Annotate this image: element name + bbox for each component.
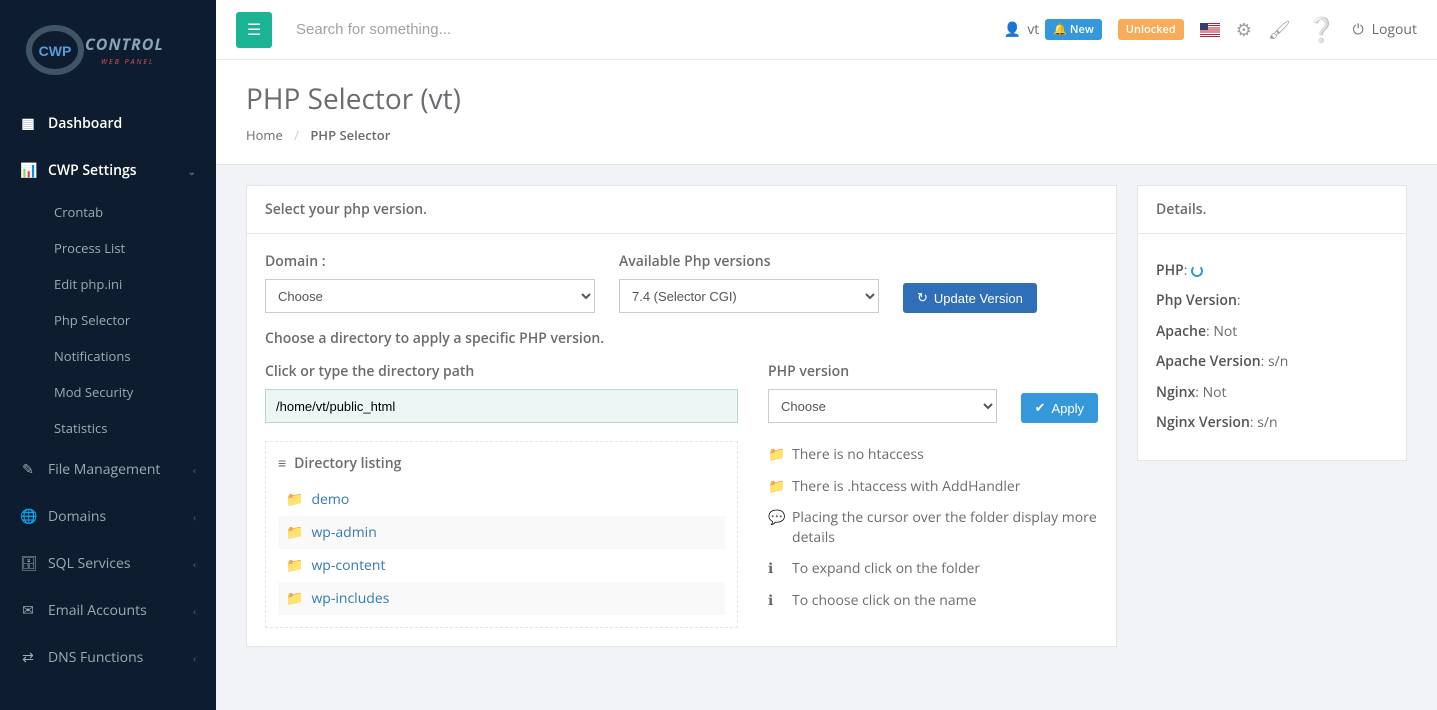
topbar: ☰ 👤 vt 🔔 New Unlocked ⚙ 🖌 ❔ ⏻ Logout (216, 0, 1437, 60)
globe-icon: 🌐 (20, 507, 36, 526)
sidebar-item-file-management[interactable]: ✎File Management ‹ (0, 446, 216, 493)
details-panel: Details. PHP: Php Version: Apache: Not A… (1137, 185, 1407, 461)
search-input[interactable] (288, 13, 1004, 46)
directory-listing-panel: ≡ Directory listing 📁demo 📁wp-admin 📁wp-… (265, 441, 738, 628)
breadcrumb-current: PHP Selector (310, 126, 390, 144)
brush-icon[interactable]: 🖌 (1268, 18, 1291, 42)
update-version-button[interactable]: ↻ Update Version (903, 283, 1037, 313)
sidebar-item-sql-services[interactable]: 🗄SQL Services ‹ (0, 540, 216, 587)
page-header: PHP Selector (vt) Home / PHP Selector (216, 60, 1437, 165)
logout-button[interactable]: ⏻ Logout (1353, 20, 1417, 39)
sidebar-item-mod-security[interactable]: Mod Security (0, 374, 216, 410)
directory-item[interactable]: 📁wp-content (278, 549, 725, 582)
list-icon: ≡ (278, 454, 286, 473)
hamburger-icon: ☰ (247, 20, 261, 40)
sidebar-item-php-selector[interactable]: Php Selector (0, 302, 216, 338)
database-icon: 🗄 (20, 554, 36, 573)
sidebar-item-dashboard[interactable]: ▦Dashboard (0, 100, 216, 147)
cwp-settings-submenu: Crontab Process List Edit php.ini Php Se… (0, 194, 216, 446)
chart-icon: 📊 (20, 161, 36, 180)
username: vt (1027, 20, 1039, 39)
apply-button[interactable]: ✔ Apply (1021, 393, 1098, 423)
flag-us-icon[interactable] (1200, 23, 1220, 37)
user-info: 👤 vt 🔔 New (1004, 19, 1102, 40)
file-icon: ✎ (20, 460, 36, 479)
php-panel-title: Select your php version. (247, 186, 1116, 234)
info-icon: ℹ (768, 559, 784, 579)
domain-label: Domain : (265, 252, 595, 271)
directory-item[interactable]: 📁demo (278, 483, 725, 516)
chevron-left-icon: ‹ (193, 604, 196, 618)
sidebar-item-process-list[interactable]: Process List (0, 230, 216, 266)
sidebar-item-dns-functions[interactable]: ⇄DNS Functions ‹ (0, 634, 216, 681)
chevron-left-icon: ‹ (193, 651, 196, 665)
directory-path-label: Click or type the directory path (265, 362, 738, 381)
folder-icon: 📁 (768, 477, 784, 497)
dashboard-icon: ▦ (20, 114, 36, 133)
dns-icon: ⇄ (20, 648, 36, 667)
gears-icon[interactable]: ⚙ (1236, 18, 1252, 42)
svg-text:WEB PANEL: WEB PANEL (101, 58, 154, 67)
spinner-icon (1191, 265, 1203, 277)
breadcrumb-home[interactable]: Home (246, 126, 283, 144)
user-icon: 👤 (1004, 20, 1021, 39)
chevron-left-icon: ‹ (193, 510, 196, 524)
power-icon: ⏻ (1353, 20, 1364, 39)
sidebar-item-notifications[interactable]: Notifications (0, 338, 216, 374)
breadcrumb: Home / PHP Selector (246, 126, 1407, 144)
directory-item[interactable]: 📁wp-includes (278, 582, 725, 615)
new-badge[interactable]: 🔔 New (1045, 19, 1102, 40)
main-area: ☰ 👤 vt 🔔 New Unlocked ⚙ 🖌 ❔ ⏻ Logout (216, 0, 1437, 710)
sidebar: CWP CONTROL WEB PANEL ▦Dashboard 📊CWP Se… (0, 0, 216, 710)
sidebar-item-edit-phpini[interactable]: Edit php.ini (0, 266, 216, 302)
folder-icon: 📁 (768, 445, 784, 465)
sidebar-item-crontab[interactable]: Crontab (0, 194, 216, 230)
directory-list: 📁demo 📁wp-admin 📁wp-content 📁wp-includes (278, 483, 725, 615)
php-version-label: PHP version (768, 362, 997, 381)
domain-select[interactable]: Choose (265, 279, 595, 313)
sidebar-item-email-accounts[interactable]: ✉Email Accounts ‹ (0, 587, 216, 634)
folder-icon: 📁 (286, 589, 303, 608)
svg-text:CWP: CWP (39, 43, 72, 59)
chevron-down-icon: ⌄ (188, 164, 196, 178)
help-icon[interactable]: ❔ (1307, 13, 1337, 46)
php-version-select[interactable]: Choose (768, 389, 997, 423)
nav-menu: ▦Dashboard 📊CWP Settings ⌄ Crontab Proce… (0, 100, 216, 681)
check-icon: ✔ (1035, 400, 1046, 416)
refresh-icon: ↻ (917, 290, 928, 306)
php-panel: Select your php version. Domain : Choose… (246, 185, 1117, 647)
directory-item[interactable]: 📁wp-admin (278, 516, 725, 549)
unlocked-badge[interactable]: Unlocked (1118, 19, 1184, 40)
folder-icon: 📁 (286, 490, 303, 509)
chevron-left-icon: ‹ (193, 463, 196, 477)
directory-path-input[interactable] (265, 389, 738, 423)
choose-directory-heading: Choose a directory to apply a specific P… (265, 329, 1098, 348)
folder-icon: 📁 (286, 523, 303, 542)
info-icon: ℹ (768, 591, 784, 611)
sidebar-item-domains[interactable]: 🌐Domains ‹ (0, 493, 216, 540)
cwp-logo-icon: CWP CONTROL WEB PANEL (23, 20, 193, 80)
sidebar-item-statistics[interactable]: Statistics (0, 410, 216, 446)
details-title: Details. (1138, 186, 1406, 234)
available-php-label: Available Php versions (619, 252, 879, 271)
available-php-select[interactable]: 7.4 (Selector CGI) (619, 279, 879, 313)
legend-list: 📁There is no htaccess 📁There is .htacces… (768, 439, 1098, 617)
svg-text:CONTROL: CONTROL (85, 33, 164, 55)
comment-icon: 💬 (768, 508, 784, 528)
chevron-left-icon: ‹ (193, 557, 196, 571)
sidebar-toggle-button[interactable]: ☰ (236, 12, 272, 48)
page-title: PHP Selector (vt) (246, 80, 1407, 118)
logo: CWP CONTROL WEB PANEL (0, 0, 216, 100)
folder-icon: 📁 (286, 556, 303, 575)
sidebar-item-cwp-settings[interactable]: 📊CWP Settings ⌄ (0, 147, 216, 194)
mail-icon: ✉ (20, 601, 36, 620)
